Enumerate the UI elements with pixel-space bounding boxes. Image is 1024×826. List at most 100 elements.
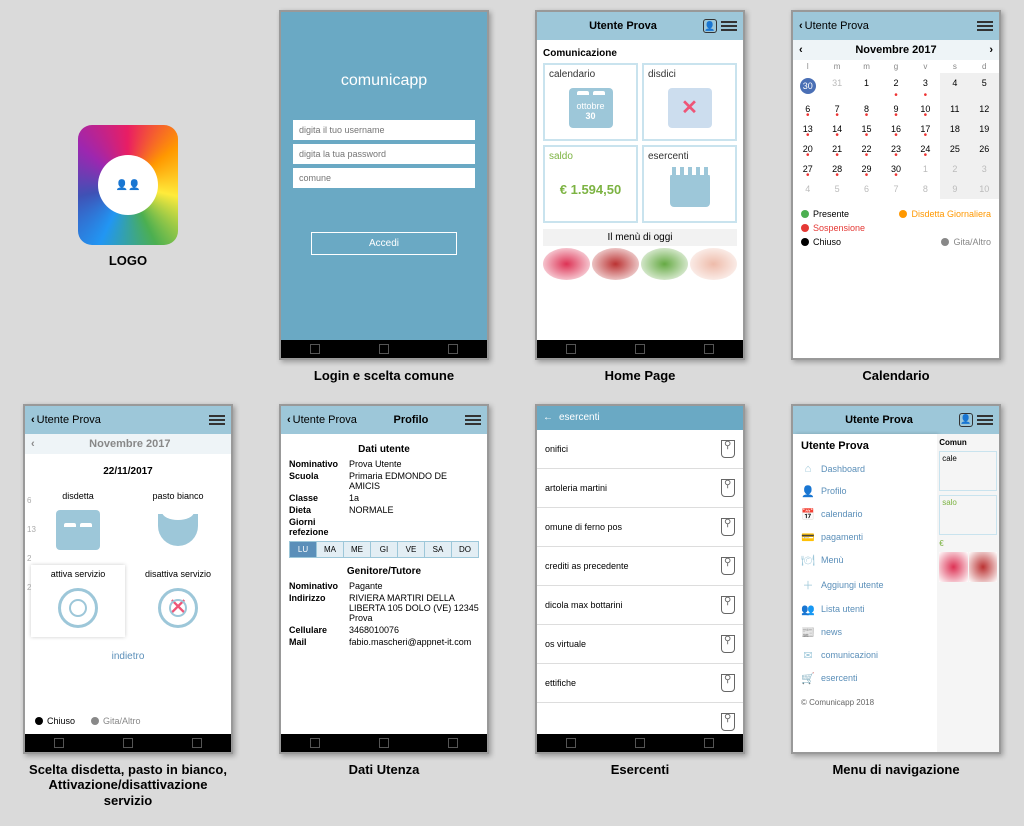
map-icon[interactable]	[721, 557, 735, 575]
username-input[interactable]	[293, 120, 475, 140]
tile-saldo[interactable]: saldo € 1.594,50	[543, 145, 638, 223]
calendar-day[interactable]: 1	[911, 159, 940, 179]
calendar-day[interactable]: 24	[911, 139, 940, 159]
user-icon[interactable]: 👤	[959, 413, 973, 427]
next-month-button[interactable]: ›	[989, 44, 993, 56]
map-icon[interactable]	[721, 713, 735, 731]
calendar-day[interactable]: 10	[970, 179, 999, 199]
nav-item-menù[interactable]: 🍽Menù	[801, 549, 929, 572]
back-button[interactable]: Utente Prova	[31, 414, 101, 426]
day-sa[interactable]: SA	[425, 542, 452, 557]
nav-item-comunicazioni[interactable]: ✉comunicazioni	[801, 644, 929, 667]
calendar-day[interactable]: 28	[822, 159, 851, 179]
calendar-day[interactable]: 19	[970, 119, 999, 139]
calendar-day[interactable]: 7	[881, 179, 910, 199]
tile-esercenti[interactable]: esercenti	[642, 145, 737, 223]
calendar-day[interactable]: 6	[793, 99, 822, 119]
calendar-day[interactable]: 26	[970, 139, 999, 159]
calendar-day[interactable]: 22	[852, 139, 881, 159]
day-ve[interactable]: VE	[398, 542, 425, 557]
menu-icon[interactable]	[977, 21, 993, 31]
map-icon[interactable]	[721, 518, 735, 536]
day-me[interactable]: ME	[344, 542, 371, 557]
calendar-day[interactable]: 14	[822, 119, 851, 139]
prev-month-button[interactable]: ‹	[799, 44, 803, 56]
tile-pasto-bianco[interactable]: pasto bianco	[131, 487, 225, 559]
calendar-day[interactable]: 9	[881, 99, 910, 119]
nav-item-pagamenti[interactable]: 💳pagamenti	[801, 526, 929, 549]
map-icon[interactable]	[721, 596, 735, 614]
comune-input[interactable]	[293, 168, 475, 188]
calendar-day[interactable]: 7	[822, 99, 851, 119]
calendar-day[interactable]: 12	[970, 99, 999, 119]
tile-calendario[interactable]: calendario ottobre30	[543, 63, 638, 141]
map-icon[interactable]	[721, 635, 735, 653]
calendar-day[interactable]: 2	[940, 159, 969, 179]
nav-item-esercenti[interactable]: 🛒esercenti	[801, 667, 929, 690]
calendar-day[interactable]: 11	[940, 99, 969, 119]
calendar-day[interactable]: 23	[881, 139, 910, 159]
calendar-day[interactable]: 15	[852, 119, 881, 139]
esercente-item[interactable]: omune di ferno pos	[537, 508, 743, 547]
esercente-item[interactable]: dicola max bottarini	[537, 586, 743, 625]
map-icon[interactable]	[721, 479, 735, 497]
tile-disdici[interactable]: disdici	[642, 63, 737, 141]
nav-item-lista-utenti[interactable]: 👥Lista utenti	[801, 598, 929, 621]
calendar-day[interactable]: 1	[852, 73, 881, 99]
calendar-day[interactable]: 16	[881, 119, 910, 139]
back-link[interactable]: indietro	[31, 651, 225, 662]
calendar-day[interactable]: 3	[970, 159, 999, 179]
calendar-day[interactable]: 8	[911, 179, 940, 199]
esercente-item[interactable]: os virtuale	[537, 625, 743, 664]
calendar-day[interactable]: 2	[881, 73, 910, 99]
calendar-day[interactable]: 5	[822, 179, 851, 199]
back-button[interactable]: Utente Prova	[799, 20, 869, 32]
menu-icon[interactable]	[721, 21, 737, 31]
user-icon[interactable]: 👤	[703, 19, 717, 33]
calendar-day[interactable]: 4	[793, 179, 822, 199]
nav-item-profilo[interactable]: 👤Profilo	[801, 480, 929, 503]
prev-month-button[interactable]: ‹	[31, 438, 35, 450]
calendar-day[interactable]: 6	[852, 179, 881, 199]
esercente-item[interactable]: artoleria martini	[537, 469, 743, 508]
calendar-day[interactable]: 17	[911, 119, 940, 139]
calendar-day[interactable]: 21	[822, 139, 851, 159]
calendar-day[interactable]: 25	[940, 139, 969, 159]
esercente-item[interactable]: crediti as precedente	[537, 547, 743, 586]
tile-disattiva-servizio[interactable]: disattiva servizio	[131, 565, 225, 637]
calendar-day[interactable]: 4	[940, 73, 969, 99]
back-button[interactable]: Utente Prova	[287, 414, 357, 426]
calendar-day[interactable]: 20	[793, 139, 822, 159]
menu-icon[interactable]	[465, 415, 481, 425]
calendar-day[interactable]: 10	[911, 99, 940, 119]
map-icon[interactable]	[721, 440, 735, 458]
calendar-day[interactable]: 13	[793, 119, 822, 139]
menu-icon[interactable]	[209, 415, 225, 425]
calendar-day[interactable]: 31	[822, 73, 851, 99]
map-icon[interactable]	[721, 674, 735, 692]
esercente-item[interactable]: ettifiche	[537, 664, 743, 703]
nav-item-calendario[interactable]: 📅calendario	[801, 503, 929, 526]
menu-icon[interactable]	[977, 415, 993, 425]
day-lu[interactable]: LU	[290, 542, 317, 557]
calendar-day[interactable]: 8	[852, 99, 881, 119]
calendar-day[interactable]: 30	[793, 73, 822, 99]
login-button[interactable]: Accedi	[311, 232, 457, 255]
nav-item-dashboard[interactable]: ⌂Dashboard	[801, 458, 929, 480]
tile-attiva-servizio[interactable]: attiva servizio	[31, 565, 125, 637]
days-selector[interactable]: LUMAMEGIVESADO	[289, 541, 479, 558]
day-ma[interactable]: MA	[317, 542, 344, 557]
calendar-grid[interactable]: lmmgvsd303112345678910111213141516171819…	[793, 60, 999, 199]
nav-item-aggiungi-utente[interactable]: ＋Aggiungi utente	[801, 572, 929, 598]
calendar-day[interactable]: 5	[970, 73, 999, 99]
day-do[interactable]: DO	[452, 542, 478, 557]
tile-disdetta[interactable]: disdetta	[31, 487, 125, 559]
esercente-item[interactable]: onifici	[537, 430, 743, 469]
calendar-day[interactable]: 3	[911, 73, 940, 99]
calendar-day[interactable]: 29	[852, 159, 881, 179]
calendar-day[interactable]: 27	[793, 159, 822, 179]
day-gi[interactable]: GI	[371, 542, 398, 557]
calendar-day[interactable]: 18	[940, 119, 969, 139]
calendar-day[interactable]: 9	[940, 179, 969, 199]
password-input[interactable]	[293, 144, 475, 164]
